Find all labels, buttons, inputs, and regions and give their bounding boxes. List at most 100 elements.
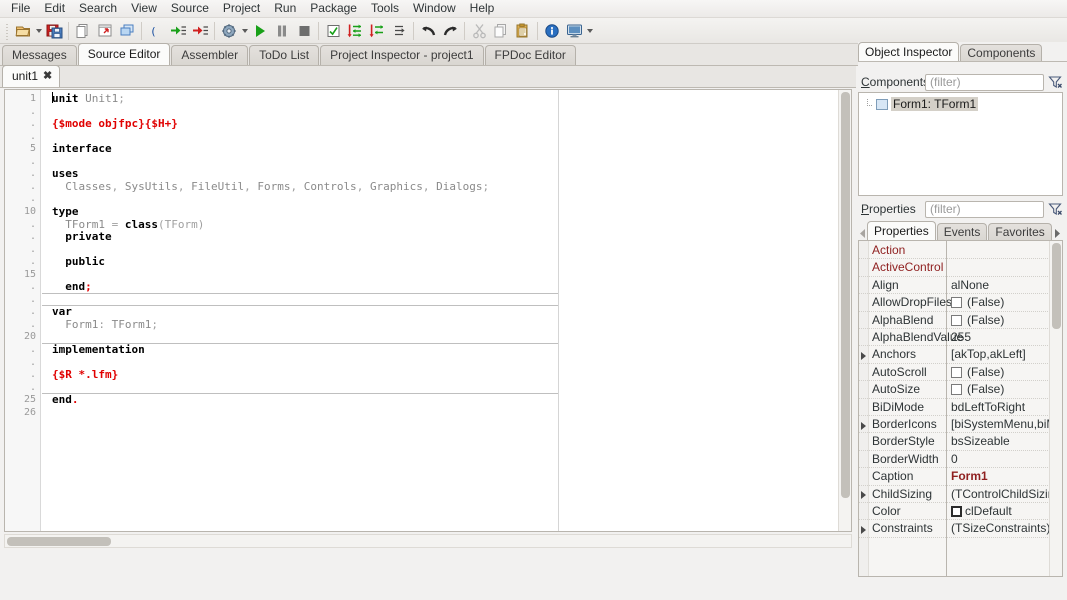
property-row[interactable]: AutoScroll (False): [859, 364, 1062, 382]
components-tree[interactable]: Form1: TForm1: [858, 92, 1063, 196]
property-value[interactable]: (False): [967, 294, 1004, 311]
property-row[interactable]: Anchors [akTop,akLeft]: [859, 346, 1062, 364]
code-text-area[interactable]: unit Unit1; {$mode objfpc}{$H+} interface u…: [42, 90, 851, 531]
property-row[interactable]: Constraints (TSizeConstraints): [859, 520, 1062, 538]
menu-source[interactable]: Source: [164, 0, 216, 18]
toggle-form-unit-icon[interactable]: [116, 20, 138, 42]
jump-back-icon[interactable]: [189, 20, 211, 42]
build-dropdown-icon[interactable]: [240, 20, 249, 42]
property-value[interactable]: bdLeftToRight: [951, 399, 1025, 416]
property-checkbox[interactable]: [951, 314, 962, 326]
new-unit-icon[interactable]: [72, 20, 94, 42]
tab-events[interactable]: Events: [936, 223, 988, 241]
jump-forward-icon[interactable]: [167, 20, 189, 42]
menu-tools[interactable]: Tools: [364, 0, 406, 18]
property-checkbox[interactable]: [951, 366, 962, 378]
property-row[interactable]: BorderWidth 0: [859, 451, 1062, 469]
property-row[interactable]: ActiveControl: [859, 259, 1062, 277]
tree-item-form1[interactable]: Form1: TForm1: [859, 96, 1062, 112]
property-grid-scrollbar-thumb[interactable]: [1052, 243, 1061, 329]
editor-horizontal-scrollbar-thumb[interactable]: [7, 537, 111, 546]
property-row[interactable]: Caption Form1: [859, 468, 1062, 486]
chevron-right-icon[interactable]: [861, 486, 868, 503]
filter-clear-icon-2[interactable]: [1046, 200, 1065, 218]
property-checkbox[interactable]: [951, 506, 962, 517]
tab-messages[interactable]: Messages: [2, 45, 77, 65]
stop-icon[interactable]: [293, 20, 315, 42]
property-row[interactable]: Align alNone: [859, 277, 1062, 295]
menu-view[interactable]: View: [124, 0, 164, 18]
property-value[interactable]: (TSizeConstraints): [951, 520, 1050, 537]
property-row[interactable]: AllowDropFiles (False): [859, 294, 1062, 312]
chevron-right-icon[interactable]: [861, 416, 868, 433]
tab-project-inspector[interactable]: Project Inspector - project1: [320, 45, 484, 65]
property-value[interactable]: (TControlChildSizin: [951, 486, 1054, 503]
property-value[interactable]: 0: [951, 451, 958, 468]
menu-file[interactable]: File: [4, 0, 37, 18]
code-braces-icon[interactable]: ( ): [145, 20, 167, 42]
tab-scroll-right-icon[interactable]: [1053, 225, 1062, 241]
tab-assembler[interactable]: Assembler: [171, 45, 249, 65]
property-value[interactable]: (False): [967, 364, 1004, 381]
menu-help[interactable]: Help: [463, 0, 502, 18]
menu-search[interactable]: Search: [72, 0, 124, 18]
property-value[interactable]: alNone: [951, 277, 989, 294]
property-row[interactable]: AutoSize (False): [859, 381, 1062, 399]
property-value[interactable]: (False): [967, 312, 1004, 329]
property-value[interactable]: Form1: [951, 468, 988, 485]
build-icon[interactable]: [218, 20, 240, 42]
tab-todo-list[interactable]: ToDo List: [249, 45, 320, 65]
editor-vertical-scrollbar-thumb[interactable]: [841, 92, 850, 498]
info-icon[interactable]: [541, 20, 563, 42]
property-row[interactable]: Action: [859, 242, 1062, 260]
tab-components[interactable]: Components: [960, 44, 1043, 62]
menu-run[interactable]: Run: [267, 0, 303, 18]
code-editor[interactable]: 1... 5.... 10.... 15.... 20.... 25 26 unit Uni…: [4, 89, 852, 532]
property-grid-scrollbar[interactable]: [1049, 241, 1062, 576]
property-value[interactable]: [akTop,akLeft]: [951, 346, 1026, 363]
chevron-right-icon[interactable]: [861, 520, 868, 537]
components-filter-input[interactable]: (filter): [925, 73, 1044, 91]
undo-icon[interactable]: [417, 20, 439, 42]
menu-window[interactable]: Window: [406, 0, 463, 18]
menu-edit[interactable]: Edit: [37, 0, 72, 18]
new-form-icon[interactable]: [94, 20, 116, 42]
property-value[interactable]: 255: [951, 329, 971, 346]
property-row[interactable]: AlphaBlendValue 255: [859, 329, 1062, 347]
property-row[interactable]: BorderIcons [biSystemMenu,biMi: [859, 416, 1062, 434]
run-icon[interactable]: [249, 20, 271, 42]
step-into-icon[interactable]: [344, 20, 366, 42]
step-check-icon[interactable]: [322, 20, 344, 42]
file-tab-unit1[interactable]: unit1 ✖: [2, 65, 61, 87]
step-over-icon[interactable]: [366, 20, 388, 42]
property-row[interactable]: ChildSizing (TControlChildSizin: [859, 486, 1062, 503]
filter-clear-icon[interactable]: [1046, 73, 1065, 91]
property-checkbox[interactable]: [951, 384, 962, 396]
paste-icon[interactable]: [512, 20, 534, 42]
chevron-right-icon[interactable]: [861, 346, 868, 363]
menu-project[interactable]: Project: [216, 0, 267, 18]
property-value[interactable]: (False): [967, 381, 1004, 398]
cut-icon[interactable]: [468, 20, 490, 42]
save-all-icon[interactable]: [43, 20, 65, 42]
tab-fpdoc-editor[interactable]: FPDoc Editor: [484, 45, 576, 65]
tab-favorites[interactable]: Favorites: [988, 223, 1052, 241]
tab-source-editor[interactable]: Source Editor: [77, 43, 171, 65]
open-file-icon[interactable]: [12, 20, 34, 42]
tab-properties[interactable]: Properties: [867, 221, 936, 241]
close-icon[interactable]: ✖: [43, 71, 52, 82]
editor-horizontal-scrollbar[interactable]: [4, 534, 852, 548]
property-value[interactable]: [biSystemMenu,biMi: [951, 416, 1059, 433]
display-icon[interactable]: [563, 20, 585, 42]
menu-package[interactable]: Package: [303, 0, 364, 18]
tab-scroll-left-icon[interactable]: [858, 225, 867, 241]
copy-icon[interactable]: [490, 20, 512, 42]
property-row[interactable]: BorderStyle bsSizeable: [859, 433, 1062, 451]
property-row[interactable]: Color clDefault: [859, 503, 1062, 521]
step-out-icon[interactable]: [388, 20, 410, 42]
toolbar-grip[interactable]: [4, 21, 10, 40]
property-value[interactable]: bsSizeable: [951, 433, 1010, 450]
properties-filter-input[interactable]: (filter): [925, 200, 1044, 218]
property-grid[interactable]: Action ActiveControl Align alNone AllowDropF…: [858, 240, 1063, 577]
property-value[interactable]: clDefault: [965, 503, 1012, 520]
